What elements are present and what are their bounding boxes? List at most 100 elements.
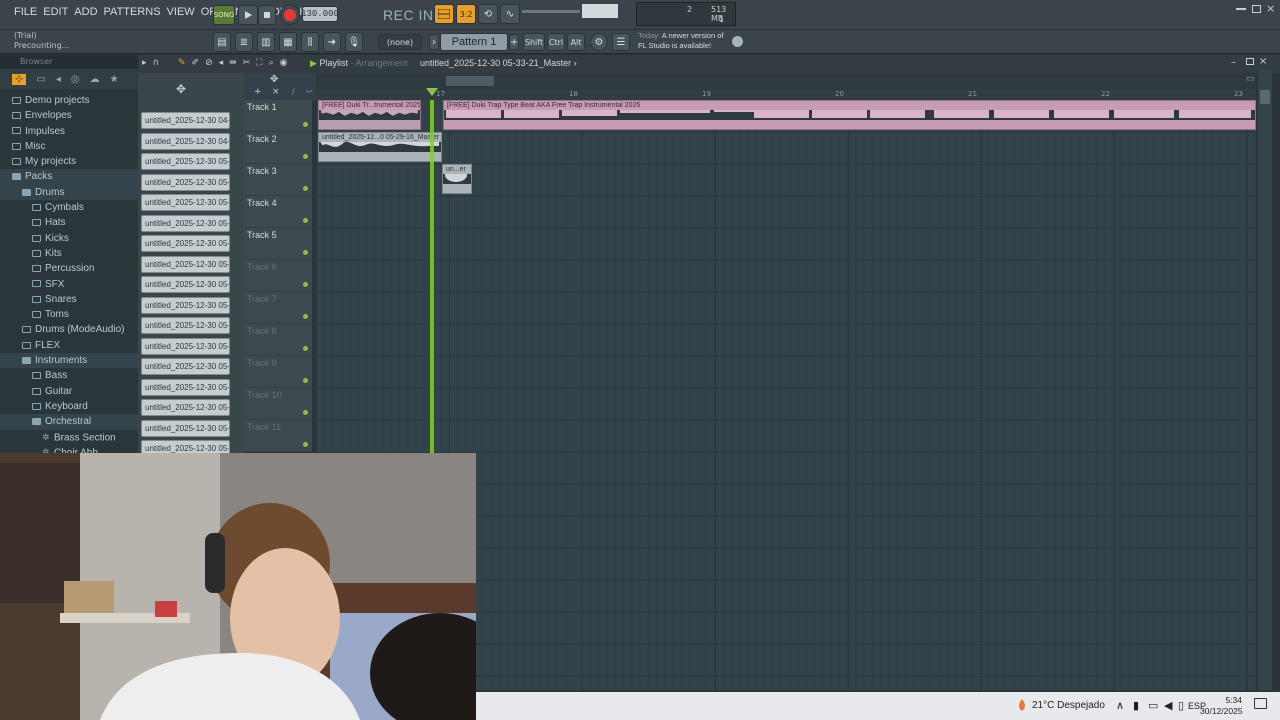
playlist-view-button[interactable]: ▤	[213, 32, 231, 52]
refresh-icon[interactable]: ◎	[71, 74, 80, 85]
browser-item[interactable]: Packs	[0, 169, 138, 185]
channel-item[interactable]: untitled_2025-12-30 05-...	[141, 235, 230, 252]
browser-item[interactable]: Guitar	[0, 384, 138, 399]
browser-item[interactable]: My projects	[0, 154, 138, 169]
close-icon[interactable]: ×	[1266, 2, 1275, 15]
browser-item[interactable]: ✲ Brass Section	[0, 430, 138, 445]
microphone-icon[interactable]: ▮	[1133, 699, 1139, 712]
browser-item[interactable]: Cymbals	[0, 200, 138, 215]
browser-item[interactable]: Demo projects	[0, 93, 138, 108]
track-header[interactable]: Track 6	[244, 260, 312, 292]
channel-item[interactable]: untitled_2025-12-30 05-...	[141, 276, 230, 293]
tray-chevron-up-icon[interactable]: ∧	[1116, 699, 1124, 712]
browser-item[interactable]: Bass	[0, 368, 138, 383]
step-edit-button[interactable]: ∿	[500, 4, 520, 24]
menu-edit[interactable]: EDIT	[43, 6, 68, 18]
track-mute-indicator[interactable]	[303, 346, 308, 351]
playlist-minimize-icon[interactable]: –	[1231, 57, 1236, 68]
pattern-prev-button[interactable]: ›	[429, 34, 439, 50]
battery-icon[interactable]: ▯	[1178, 699, 1184, 712]
hscroll-right-icon[interactable]: ▭	[1246, 74, 1255, 84]
menu-add[interactable]: ADD	[74, 6, 97, 18]
mixer-button[interactable]: ⫼	[301, 32, 319, 52]
playhead[interactable]	[430, 100, 434, 453]
pattern-mode-button[interactable]	[434, 4, 454, 24]
back-icon[interactable]: ◂	[56, 74, 61, 85]
browser-item[interactable]: Keyboard	[0, 399, 138, 414]
play-button[interactable]	[238, 5, 258, 25]
track-mute-indicator[interactable]	[303, 218, 308, 223]
channel-item[interactable]: untitled_2025-12-30 05-...	[141, 378, 230, 396]
record-button[interactable]	[280, 4, 300, 25]
channel-rack-button[interactable]: ≣	[235, 32, 253, 52]
star-icon[interactable]: ★	[110, 74, 119, 85]
browser-item[interactable]: Impulses	[0, 124, 138, 139]
overview-scrollbar[interactable]	[446, 76, 494, 86]
browser-item[interactable]: Drums (ModeAudio)	[0, 322, 138, 337]
channel-item[interactable]: untitled_2025-12-30 05-...	[141, 419, 230, 437]
browser-item[interactable]: FLEX	[0, 338, 138, 353]
weather-icon[interactable]	[1016, 698, 1028, 712]
clip-audio-2[interactable]: untitled_2025-12...0 05-29-16_Master	[318, 132, 442, 162]
shift-key[interactable]: Shift	[523, 33, 545, 51]
browser-item[interactable]: Snares	[0, 292, 138, 307]
move-icon[interactable]: ✥	[176, 82, 186, 96]
weather-text[interactable]: 21°C Despejado	[1032, 700, 1105, 711]
channel-item[interactable]: untitled_2025-12-30 04-...	[141, 112, 230, 129]
alt-key[interactable]: Alt	[567, 33, 585, 51]
plugin-picker-button[interactable]: ➜	[323, 32, 341, 52]
track-mute-indicator[interactable]	[303, 282, 308, 287]
clip-audio-1a[interactable]: [FREE] Duki Tr...trumental 2025	[318, 100, 421, 130]
tempo-display[interactable]: 130.000	[301, 6, 339, 22]
resize-icon[interactable]: ⇿	[306, 87, 313, 96]
browser-item[interactable]: Misc	[0, 139, 138, 154]
vertical-scrollbar[interactable]	[1258, 70, 1272, 690]
stop-button[interactable]	[258, 5, 276, 25]
playlist-close-icon[interactable]: ×	[1259, 56, 1267, 67]
track-mute-indicator[interactable]	[303, 186, 308, 191]
clip-audio-3[interactable]: un...er	[442, 164, 472, 194]
add-track-icon[interactable]: +	[254, 87, 262, 97]
track-header[interactable]: Track 1	[244, 100, 312, 132]
playlist-maximize-icon[interactable]	[1246, 58, 1254, 65]
browser-item[interactable]: Percussion	[0, 261, 138, 276]
track-mute-indicator[interactable]	[303, 314, 308, 319]
browser-item[interactable]: Kits	[0, 246, 138, 261]
menu-patterns[interactable]: PATTERNS	[104, 6, 161, 18]
pattern-select[interactable]: (none)	[378, 34, 422, 50]
countdown-button[interactable]: 3:2	[456, 4, 476, 24]
browser-item[interactable]: Hats	[0, 215, 138, 230]
track-mute-indicator[interactable]	[303, 122, 308, 127]
track-mute-indicator[interactable]	[303, 378, 308, 383]
clock-date[interactable]: 30/12/2025	[1200, 706, 1243, 716]
track-mute-indicator[interactable]	[303, 442, 308, 447]
select-icon[interactable]: ⛶	[256, 58, 262, 68]
news-panel[interactable]: Today: A newer version of FL Studio is a…	[638, 31, 723, 51]
browser-snap-icon[interactable]: ⊹	[12, 73, 27, 85]
pencil-icon[interactable]: ✎	[178, 58, 186, 68]
track-header[interactable]: Track 7	[244, 292, 312, 324]
channel-item[interactable]: untitled_2025-12-30 05-...	[141, 337, 230, 355]
scroll-icon[interactable]: ✥	[270, 74, 278, 85]
maximize-icon[interactable]	[1252, 5, 1261, 13]
channel-item[interactable]: untitled_2025-12-30 05-...	[141, 296, 230, 314]
piano-roll-button[interactable]: ▥	[257, 32, 275, 52]
channel-item[interactable]: untitled_2025-12-30 05-...	[141, 194, 230, 211]
playhead-marker-icon[interactable]	[426, 88, 438, 96]
minimize-icon[interactable]	[1236, 8, 1246, 10]
magnet-icon[interactable]: ∩	[153, 58, 160, 68]
track-header[interactable]: Track 5	[244, 228, 312, 260]
brush-icon[interactable]: ✐	[192, 58, 200, 68]
overview-strip[interactable]	[316, 73, 1256, 89]
channel-item[interactable]: untitled_2025-12-30 05-...	[141, 173, 230, 191]
network-icon[interactable]: ▭	[1148, 699, 1158, 712]
channel-item[interactable]: untitled_2025-12-30 05-...	[141, 399, 230, 416]
notification-icon[interactable]	[1254, 698, 1267, 709]
clock[interactable]: 5:34	[1214, 695, 1242, 706]
channel-item[interactable]: untitled_2025-12-30 05-...	[141, 255, 230, 273]
volume-icon[interactable]: ◀	[1164, 699, 1172, 712]
track-header[interactable]: Track 10	[244, 388, 312, 420]
online-button[interactable]: ☰	[612, 33, 630, 51]
track-header[interactable]: Track 3	[244, 164, 312, 196]
ctrl-key[interactable]: Ctrl	[547, 33, 565, 51]
